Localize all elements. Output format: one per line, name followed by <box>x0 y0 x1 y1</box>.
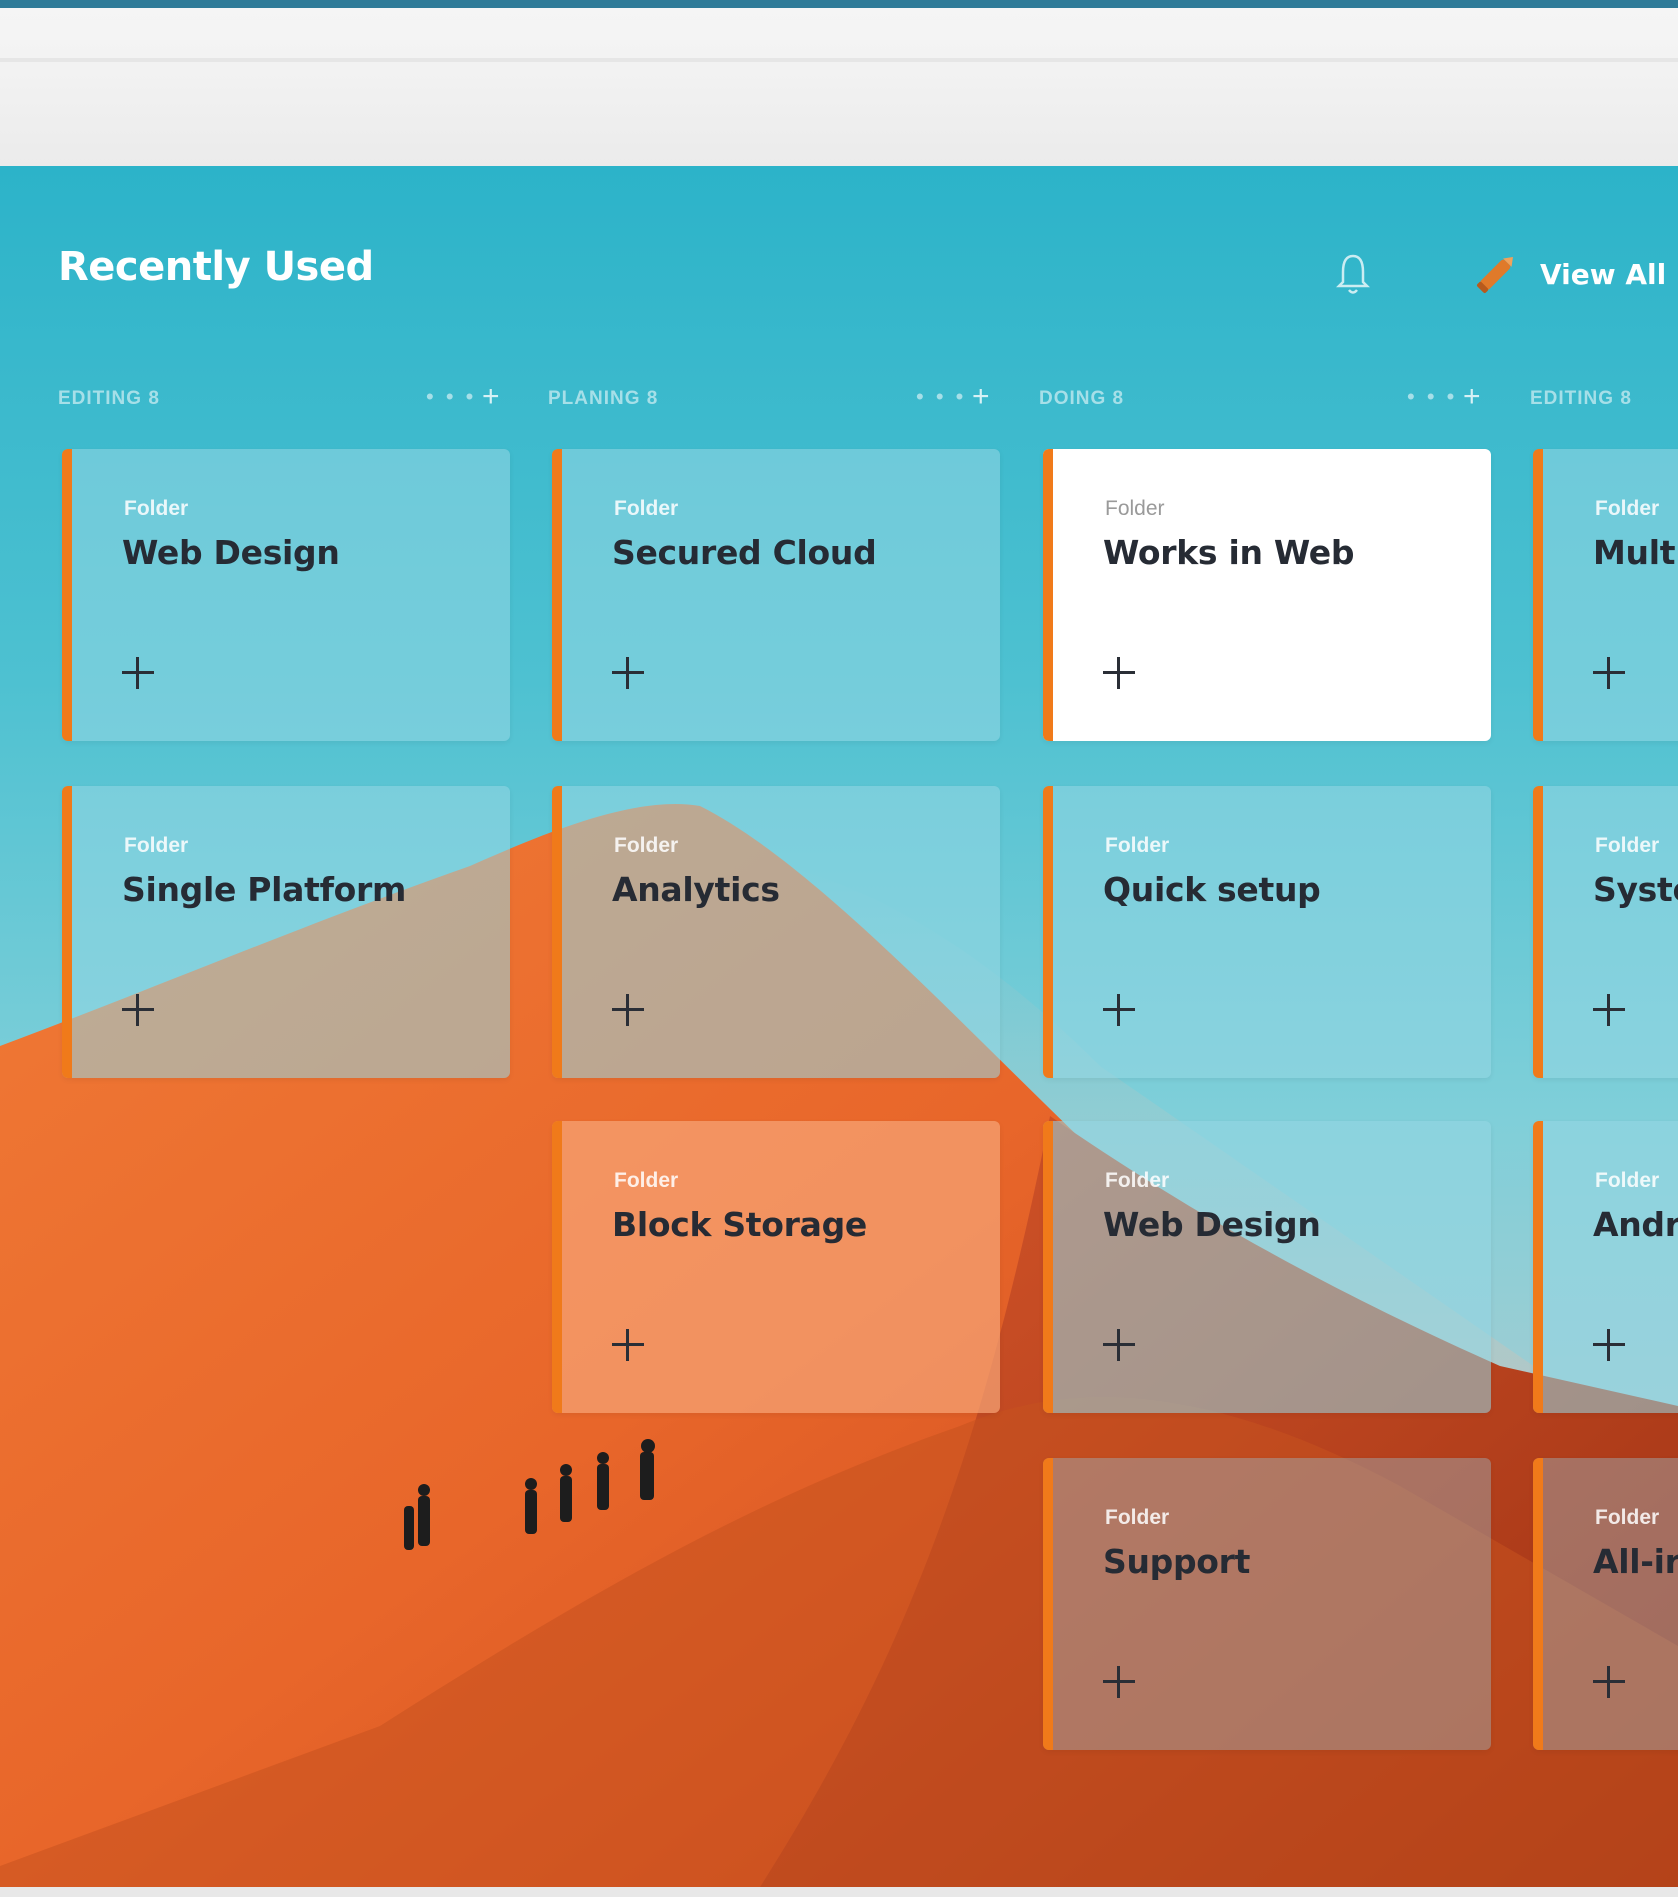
more-dots-icon[interactable]: • • • <box>426 384 476 410</box>
card-title: Andr <box>1593 1205 1678 1244</box>
card-title: Secured Cloud <box>612 533 877 572</box>
card-kind: Folder <box>1595 1169 1660 1192</box>
plus-icon[interactable] <box>610 1327 646 1363</box>
more-dots-icon[interactable]: • • • <box>1407 384 1457 410</box>
card-kind: Folder <box>1595 1506 1660 1529</box>
column-title: PLANING 8 <box>548 388 659 409</box>
folder-card[interactable]: Folder Single Platform <box>62 786 510 1078</box>
notifications-bell-button[interactable] <box>1335 252 1371 296</box>
card-title: Support <box>1103 1542 1251 1581</box>
card-title: Analytics <box>612 870 780 909</box>
column-header-editing: EDITING 8 • • • + <box>58 380 506 414</box>
column-header-doing: DOING 8 • • • + <box>1039 380 1487 414</box>
plus-icon[interactable] <box>1591 1327 1627 1363</box>
card-kind: Folder <box>614 834 679 857</box>
card-accent-stripe <box>62 449 72 741</box>
column-title: DOING 8 <box>1039 388 1125 409</box>
plus-icon[interactable] <box>1591 1664 1627 1700</box>
folder-card[interactable]: Folder Syste <box>1533 786 1678 1078</box>
window-top-bar <box>0 0 1678 8</box>
card-accent-stripe <box>62 786 72 1078</box>
browser-toolbar <box>0 8 1678 168</box>
more-dots-icon[interactable]: • • • <box>916 384 966 410</box>
toolbar-divider <box>0 58 1678 62</box>
view-all-button[interactable]: View All <box>1470 246 1666 302</box>
card-accent-stripe <box>1533 449 1543 741</box>
folder-card[interactable]: Folder Secured Cloud <box>552 449 1000 741</box>
card-accent-stripe <box>1043 1121 1053 1413</box>
card-accent-stripe <box>1043 449 1053 741</box>
column-header-planing: PLANING 8 • • • + <box>548 380 996 414</box>
plus-icon[interactable] <box>1101 1327 1137 1363</box>
bell-icon <box>1335 254 1371 294</box>
plus-icon[interactable] <box>610 655 646 691</box>
folder-card[interactable]: Folder Andr <box>1533 1121 1678 1413</box>
column-title: EDITING 8 <box>1530 388 1632 409</box>
folder-card[interactable]: Folder Quick setup <box>1043 786 1491 1078</box>
folder-card[interactable]: Folder Web Design <box>1043 1121 1491 1413</box>
bottom-edge <box>0 1887 1678 1897</box>
card-title: Web Design <box>1103 1205 1321 1244</box>
card-kind: Folder <box>1595 834 1660 857</box>
page-title: Recently Used <box>58 244 374 290</box>
card-accent-stripe <box>1043 1458 1053 1750</box>
card-accent-stripe <box>1533 1458 1543 1750</box>
card-kind: Folder <box>1105 834 1170 857</box>
card-title: All-ir <box>1593 1542 1678 1581</box>
folder-card[interactable]: Folder All-ir <box>1533 1458 1678 1750</box>
plus-icon[interactable] <box>1101 1664 1137 1700</box>
plus-icon[interactable] <box>120 655 156 691</box>
plus-icon[interactable] <box>1591 992 1627 1028</box>
card-kind: Folder <box>1595 497 1660 520</box>
plus-icon[interactable]: + <box>972 380 990 414</box>
folder-card[interactable]: Folder Multi <box>1533 449 1678 741</box>
pencil-icon <box>1477 257 1513 293</box>
card-kind: Folder <box>614 497 679 520</box>
column-header-editing-2: EDITING 8 <box>1530 384 1678 414</box>
card-title: Quick setup <box>1103 870 1321 909</box>
card-title: Multi <box>1593 533 1678 572</box>
card-title: Single Platform <box>122 870 407 909</box>
card-accent-stripe <box>1533 1121 1543 1413</box>
folder-card[interactable]: Folder Analytics <box>552 786 1000 1078</box>
folder-card[interactable]: Folder Web Design <box>62 449 510 741</box>
board-area: Recently Used View All EDITING 8 • • • +… <box>0 166 1678 1887</box>
card-title: Block Storage <box>612 1205 867 1244</box>
card-kind: Folder <box>614 1169 679 1192</box>
folder-card-selected[interactable]: Folder Works in Web <box>1043 449 1491 741</box>
card-kind: Folder <box>1105 1169 1170 1192</box>
card-kind: Folder <box>1105 1506 1170 1529</box>
plus-icon[interactable]: + <box>1463 380 1481 414</box>
card-kind: Folder <box>124 834 189 857</box>
card-accent-stripe <box>552 786 562 1078</box>
card-accent-stripe <box>1043 786 1053 1078</box>
card-kind: Folder <box>124 497 189 520</box>
plus-icon[interactable] <box>1101 655 1137 691</box>
folder-card[interactable]: Folder Block Storage <box>552 1121 1000 1413</box>
card-title: Web Design <box>122 533 340 572</box>
card-title: Syste <box>1593 870 1678 909</box>
plus-icon[interactable] <box>1101 992 1137 1028</box>
card-accent-stripe <box>552 1121 562 1413</box>
plus-icon[interactable]: + <box>482 380 500 414</box>
plus-icon[interactable] <box>120 992 156 1028</box>
plus-icon[interactable] <box>1591 655 1627 691</box>
folder-card[interactable]: Folder Support <box>1043 1458 1491 1750</box>
column-title: EDITING 8 <box>58 388 160 409</box>
card-kind: Folder <box>1105 497 1165 520</box>
card-title: Works in Web <box>1103 533 1355 572</box>
view-all-label: View All <box>1540 257 1667 291</box>
card-accent-stripe <box>552 449 562 741</box>
card-accent-stripe <box>1533 786 1543 1078</box>
plus-icon[interactable] <box>610 992 646 1028</box>
